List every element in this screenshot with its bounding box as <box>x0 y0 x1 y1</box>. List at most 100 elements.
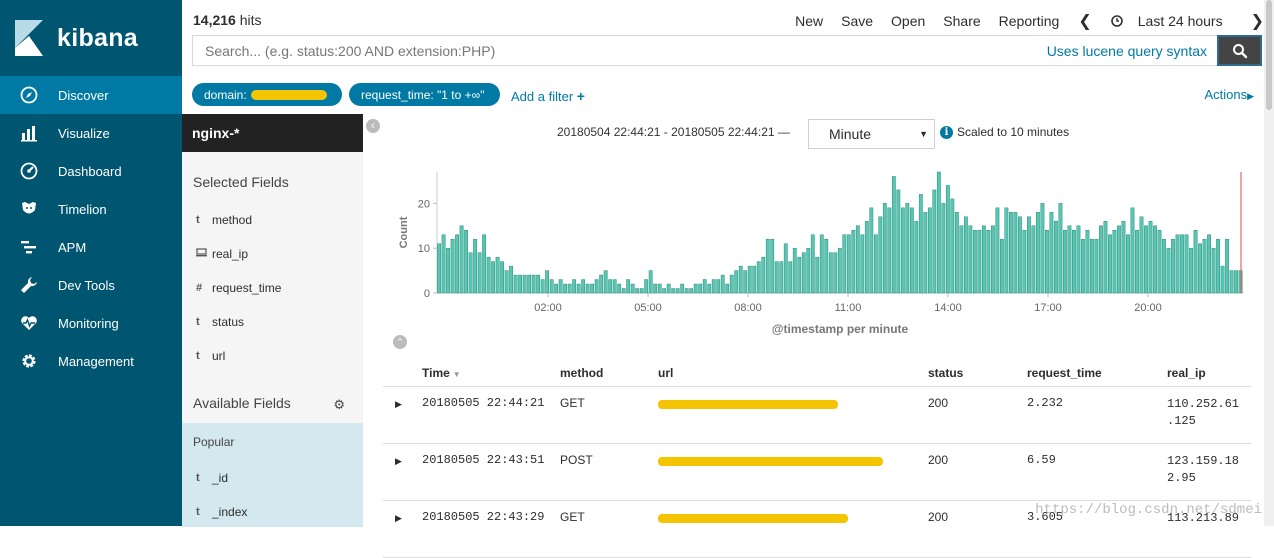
column-header-url[interactable]: url <box>658 366 928 380</box>
histogram-bar <box>496 257 499 293</box>
histogram-bar <box>730 275 733 293</box>
documents-table: Time▼ method url status request_time rea… <box>383 359 1251 558</box>
app-name: kibana <box>57 24 138 53</box>
new-link[interactable]: New <box>795 13 823 29</box>
histogram-bar <box>595 280 598 293</box>
lucene-syntax-link[interactable]: Uses lucene query syntax <box>1047 43 1207 59</box>
nav-item-discover[interactable]: Discover <box>0 76 182 114</box>
histogram-bar <box>726 284 729 293</box>
cell-request-time: 6.59 <box>1027 453 1167 467</box>
cell-status: 200 <box>928 453 1027 467</box>
histogram-bar <box>1221 266 1224 293</box>
nav-item-management[interactable]: Management <box>0 342 182 380</box>
histogram-bar <box>793 248 796 293</box>
hits-number: 14,216 <box>193 12 236 28</box>
histogram-bar <box>550 280 553 293</box>
interval-select[interactable]: Minute ▼ <box>808 119 935 149</box>
column-header-time[interactable]: Time▼ <box>422 366 560 380</box>
field-item[interactable]: turl <box>182 339 363 373</box>
field-item[interactable]: real_ip <box>182 237 363 271</box>
collapse-chart-icon[interactable]: ⌃ <box>393 335 407 349</box>
caret-down-icon: ▼ <box>919 129 928 139</box>
table-row[interactable]: ▶20180505 22:44:21GET2002.232110.252.61.… <box>383 387 1251 444</box>
field-item[interactable]: tstatus <box>182 305 363 339</box>
nav-item-monitoring[interactable]: Monitoring <box>0 304 182 342</box>
table-row[interactable]: ▶20180505 22:43:51POST2006.59123.159.182… <box>383 444 1251 501</box>
field-item[interactable]: t_id <box>182 461 363 495</box>
field-item[interactable]: tmethod <box>182 203 363 237</box>
available-fields-header: Available Fields ⚙ <box>182 373 363 423</box>
info-icon: i <box>940 126 953 139</box>
histogram-bar <box>739 266 742 293</box>
histogram-bar <box>766 239 769 293</box>
scrollbar-thumb[interactable] <box>1266 0 1272 110</box>
histogram-bar <box>802 253 805 293</box>
index-pattern-header[interactable]: nginx-* <box>182 114 363 152</box>
expand-row-icon[interactable]: ▶ <box>395 456 402 466</box>
histogram-bar <box>843 235 846 293</box>
column-header-real-ip[interactable]: real_ip <box>1167 366 1251 380</box>
nav-item-timelion[interactable]: Timelion <box>0 190 182 228</box>
gear-icon[interactable]: ⚙ <box>333 397 345 413</box>
collapse-sidebar-icon[interactable]: ‹ <box>366 119 380 133</box>
histogram-bar <box>541 280 544 293</box>
share-link[interactable]: Share <box>943 13 980 29</box>
expand-row-icon[interactable]: ▶ <box>395 513 402 523</box>
histogram-bar <box>590 284 593 293</box>
scaled-text: Scaled to 10 minutes <box>957 125 1069 139</box>
histogram-bar <box>825 239 828 293</box>
histogram-bar <box>663 289 666 293</box>
histogram-bar <box>1018 217 1021 293</box>
histogram-bar <box>735 271 738 293</box>
field-item[interactable]: #request_time <box>182 271 363 305</box>
search-input[interactable]: Search... (e.g. status:200 AND extension… <box>192 35 1217 66</box>
time-picker[interactable]: Last 24 hours <box>1111 13 1232 29</box>
histogram-bar <box>973 230 976 293</box>
reporting-link[interactable]: Reporting <box>999 13 1060 29</box>
histogram-bar <box>1225 239 1228 293</box>
kibana-logo[interactable]: kibana <box>0 0 182 76</box>
histogram-bar <box>834 253 837 293</box>
save-link[interactable]: Save <box>841 13 873 29</box>
x-tick-label: 08:00 <box>734 302 762 314</box>
histogram-chart[interactable]: 01020Count02:0005:0008:0011:0014:0017:00… <box>383 166 1273 341</box>
histogram-bar <box>798 257 801 293</box>
expand-row-icon[interactable]: ▶ <box>395 399 402 409</box>
histogram-bar <box>1234 271 1237 293</box>
time-forward-icon[interactable]: ❯ <box>1251 11 1264 31</box>
histogram-bar <box>969 226 972 293</box>
heartbeat-icon <box>18 313 40 333</box>
field-item[interactable]: t_index <box>182 495 363 529</box>
histogram-bar <box>703 280 706 293</box>
histogram-bar <box>604 271 607 293</box>
histogram-bar <box>1005 208 1008 293</box>
time-back-icon[interactable]: ❮ <box>1078 11 1091 31</box>
filter-pill-request-time[interactable]: request_time: "1 to +∞" <box>349 83 500 106</box>
histogram-bar <box>717 280 720 293</box>
filter-pill-domain[interactable]: domain: <box>192 83 342 106</box>
nav-item-visualize[interactable]: Visualize <box>0 114 182 152</box>
histogram-bar <box>500 262 503 293</box>
histogram-bar <box>915 221 918 293</box>
column-header-status[interactable]: status <box>928 366 1027 380</box>
x-tick-label: 11:00 <box>835 302 862 314</box>
histogram-bar <box>1185 235 1188 293</box>
actions-link[interactable]: Actions▶ <box>1204 87 1254 102</box>
cell-time: 20180505 22:43:29 <box>422 510 560 524</box>
histogram-bar <box>487 257 490 293</box>
nav-item-dev-tools[interactable]: Dev Tools <box>0 266 182 304</box>
scrollbar[interactable] <box>1264 0 1274 526</box>
histogram-bar <box>1230 271 1233 293</box>
nav-item-dashboard[interactable]: Dashboard <box>0 152 182 190</box>
column-header-method[interactable]: method <box>560 366 658 380</box>
histogram-bar <box>1072 230 1075 293</box>
string-type-icon: t <box>196 506 212 518</box>
histogram-bar <box>685 289 688 293</box>
add-filter-link[interactable]: Add a filter + <box>511 88 585 104</box>
histogram-bar <box>613 280 616 293</box>
search-button[interactable] <box>1217 35 1262 66</box>
column-header-request-time[interactable]: request_time <box>1027 366 1167 380</box>
sort-down-icon[interactable]: ▼ <box>453 370 461 379</box>
nav-item-apm[interactable]: APM <box>0 228 182 266</box>
open-link[interactable]: Open <box>891 13 925 29</box>
